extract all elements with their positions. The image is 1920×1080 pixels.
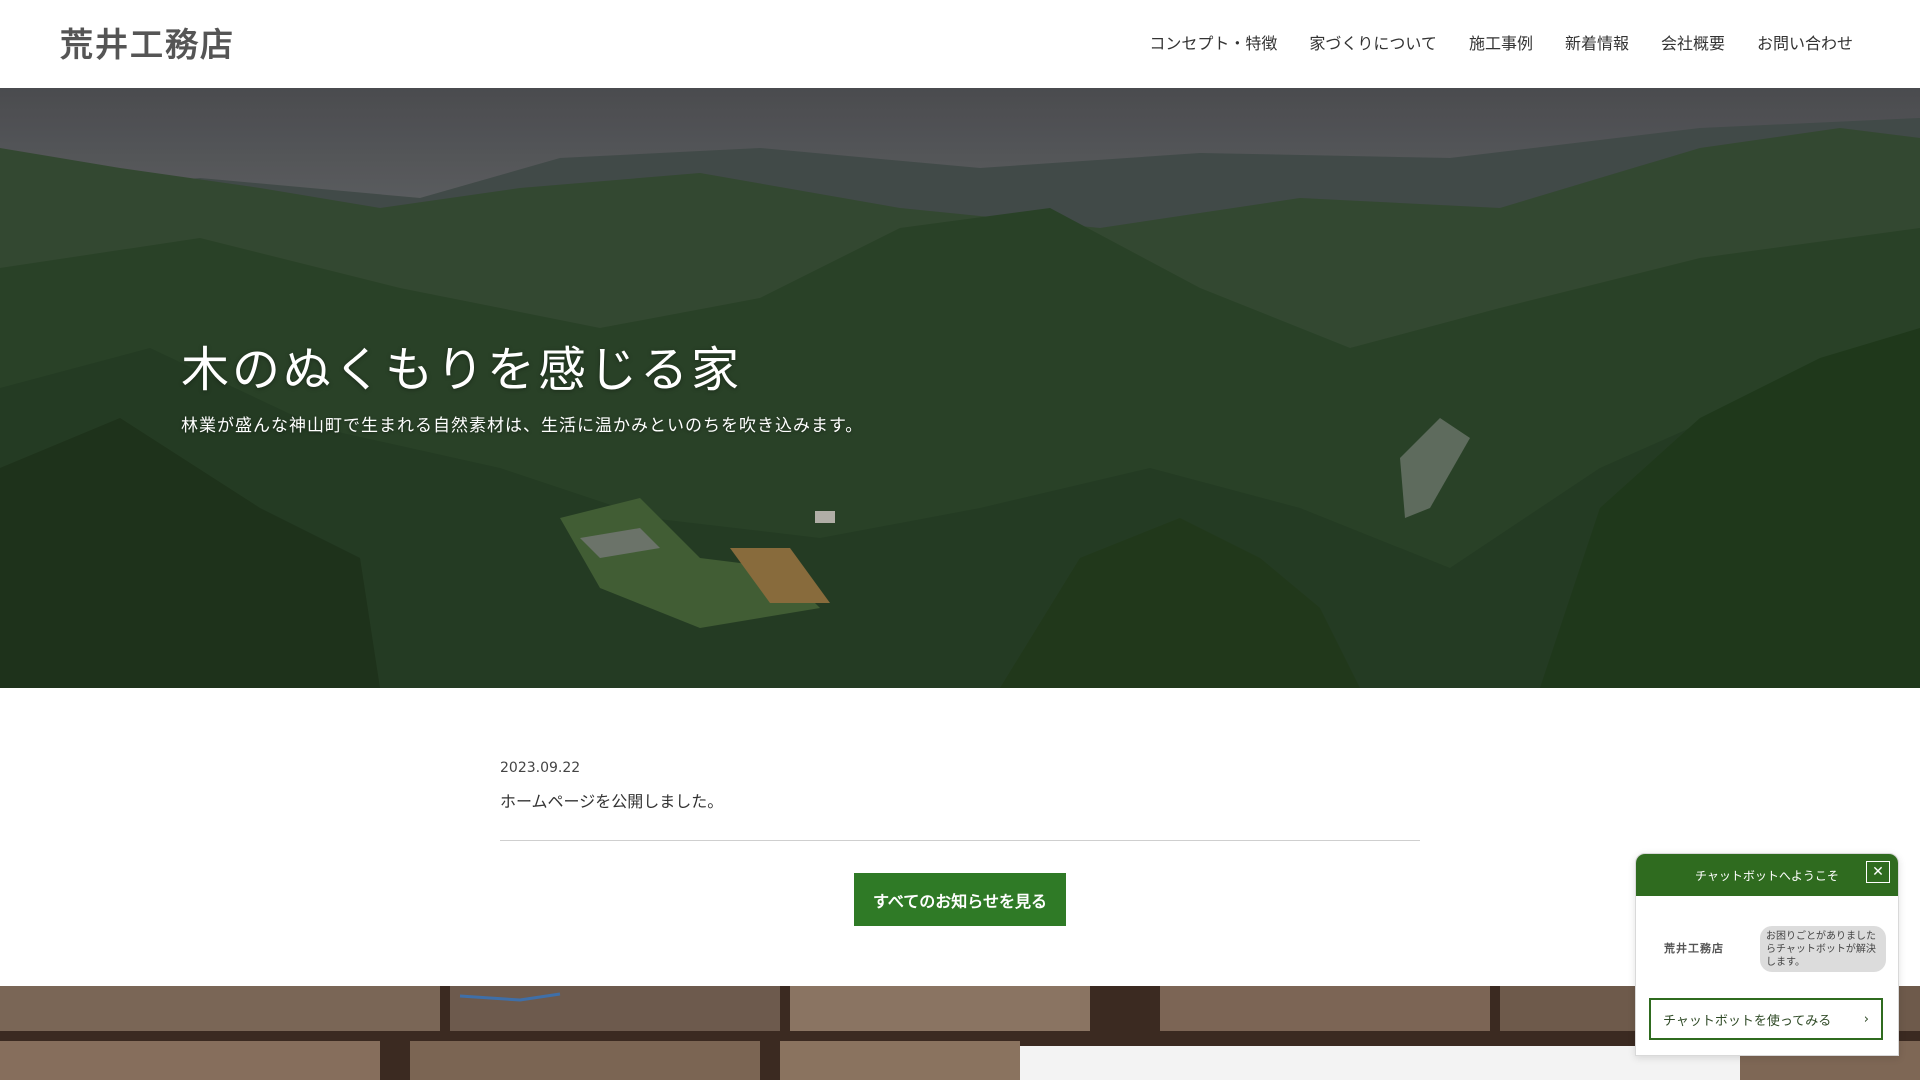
chatbot-start-label: チャットボットを使ってみる [1663,1013,1832,1029]
nav-contact[interactable]: お問い合わせ [1757,30,1853,54]
close-icon[interactable]: ✕ [1866,861,1890,883]
chatbot-title: チャットボットへようこそ [1695,868,1839,883]
chevron-right-icon: › [1863,1011,1869,1027]
chatbot-logo: 荒井工務店 [1664,942,1724,955]
news-divider [500,840,1420,841]
nav-company[interactable]: 会社概要 [1661,30,1725,54]
nav-news[interactable]: 新着情報 [1565,30,1629,54]
news-list: 2023.09.22 ホームページを公開しました。 [500,760,1420,841]
main-nav: コンセプト・特徴 家づくりについて 施工事例 新着情報 会社概要 お問い合わせ [1149,30,1853,54]
chatbot-widget: チャットボットへようこそ ✕ 荒井工務店 お困りごとがありましたらチャットボット… [1635,853,1899,1056]
all-news-button[interactable]: すべてのお知らせを見る [854,873,1066,926]
news-date: 2023.09.22 [500,760,581,776]
nav-works[interactable]: 施工事例 [1469,30,1533,54]
news-item[interactable]: 2023.09.22 ホームページを公開しました。 [500,760,1420,812]
news-text: ホームページを公開しました。 [500,792,724,811]
content-card [1020,1046,1740,1080]
nav-housebuilding[interactable]: 家づくりについて [1309,30,1437,54]
site-logo[interactable]: 荒井工務店 [60,18,235,66]
wood-section [0,986,1920,1080]
chatbot-start-button[interactable]: チャットボットを使ってみる › [1649,998,1883,1040]
site-header: 荒井工務店 コンセプト・特徴 家づくりについて 施工事例 新着情報 会社概要 お… [0,0,1920,88]
hero-title: 木のぬくもりを感じる家 [181,342,743,398]
hero-section: 木のぬくもりを感じる家 林業が盛んな神山町で生まれる自然素材は、生活に温かみとい… [0,88,1920,688]
chatbot-header: チャットボットへようこそ ✕ [1636,854,1898,896]
nav-concept[interactable]: コンセプト・特徴 [1149,30,1277,54]
hero-subtitle: 林業が盛んな神山町で生まれる自然素材は、生活に温かみといのちを吹き込みます。 [181,416,864,436]
chatbot-message: お困りごとがありましたらチャットボットが解決します。 [1760,926,1886,972]
